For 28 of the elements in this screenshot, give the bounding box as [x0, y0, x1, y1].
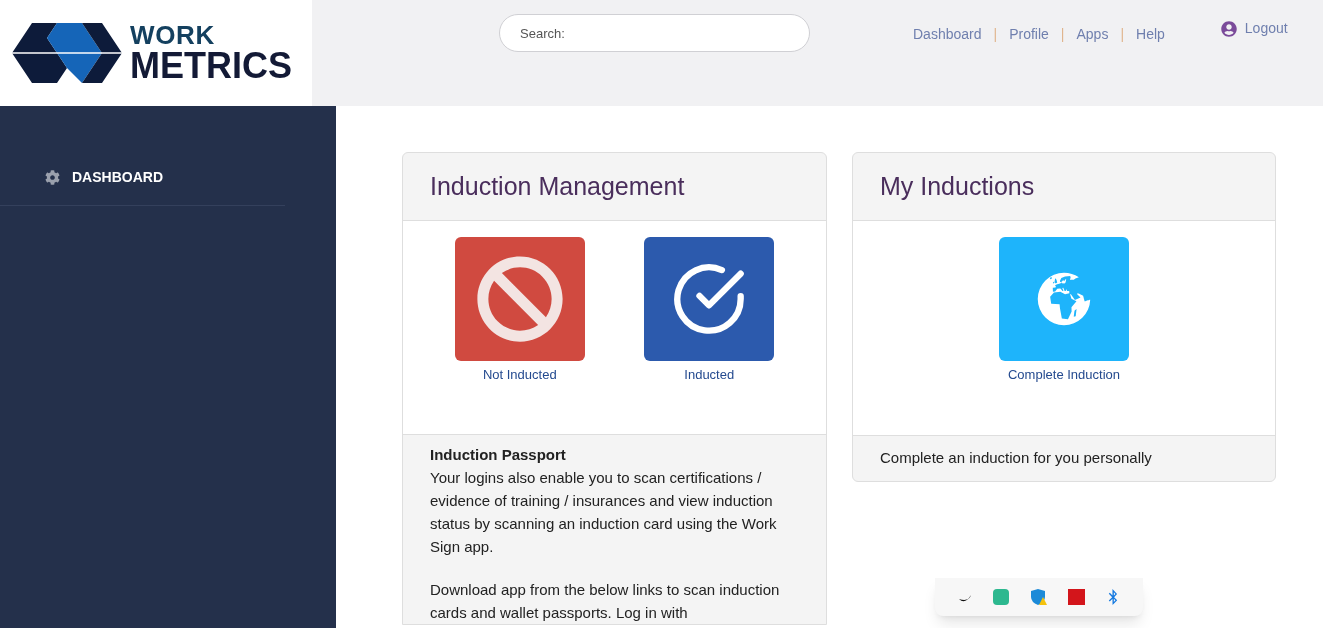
logo-text: METRICS: [130, 48, 292, 84]
paragraph: Download app from the below links to scan induction cards and wallet passports. Log in with: [430, 580, 781, 623]
induction-tile[interactable]: [999, 237, 1129, 361]
search-field[interactable]: Search:: [499, 14, 810, 52]
nav-link[interactable]: Profile: [1009, 24, 1049, 45]
logout-link[interactable]: Logout: [1244, 18, 1288, 39]
nav-separator: |: [993, 25, 998, 44]
app-icon[interactable]: [1067, 589, 1085, 605]
logo-text: WORK: [130, 22, 216, 48]
shield-warning-icon[interactable]: [1029, 588, 1048, 606]
prohibited-icon: [475, 255, 564, 343]
nav-link[interactable]: Help: [1136, 24, 1165, 45]
induction-tile[interactable]: [454, 237, 585, 361]
nav-link[interactable]: Apps: [1076, 24, 1109, 45]
paragraph: Complete an induction for you personally: [880, 448, 1153, 468]
nav-separator: |: [1120, 25, 1125, 44]
section-heading: Induction Passport: [430, 445, 567, 465]
user-icon: [1220, 20, 1237, 37]
tile-label[interactable]: Complete Induction: [1008, 365, 1120, 385]
nav-link[interactable]: Dashboard: [913, 24, 982, 45]
gear-icon: [45, 170, 60, 185]
nav-separator: |: [1060, 25, 1065, 44]
induction-tile[interactable]: [644, 237, 775, 361]
tile-label[interactable]: Inducted: [684, 365, 735, 385]
tile-label[interactable]: Not Inducted: [482, 365, 557, 385]
sidebar-item[interactable]: DASHBOARD: [0, 150, 285, 206]
app-icon[interactable]: [993, 589, 1010, 605]
paragraph: Your logins also enable you to scan certifications / evidence of training / insurances and view induction status by scanning an induction card using the Work Sign app.: [430, 468, 778, 557]
